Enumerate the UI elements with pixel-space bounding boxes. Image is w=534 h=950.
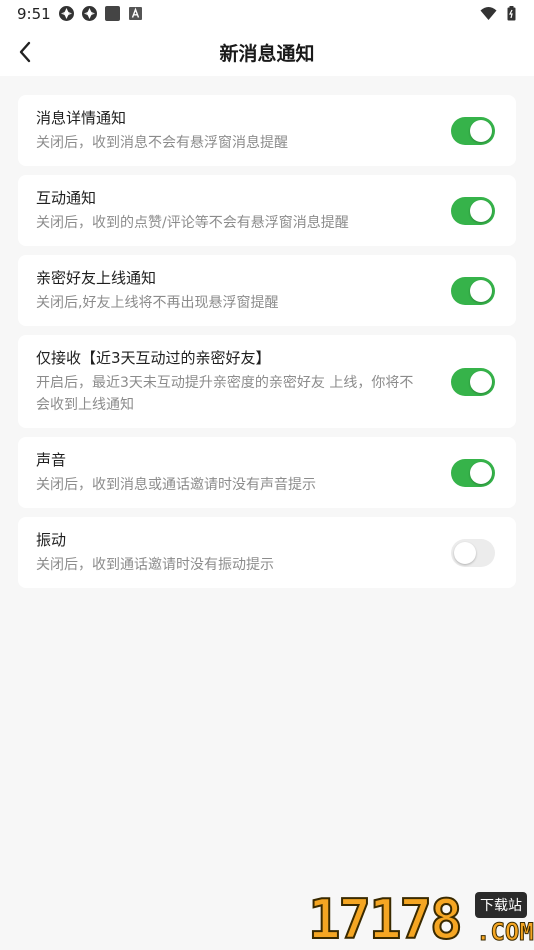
setting-close-friend-online: 亲密好友上线通知 关闭后,好友上线将不再出现悬浮窗提醒 xyxy=(18,255,516,326)
aperture-icon xyxy=(58,5,75,22)
vibration-toggle[interactable] xyxy=(451,538,495,567)
setting-title: 声音 xyxy=(36,451,67,469)
battery-icon xyxy=(503,5,520,22)
setting-description: 关闭后，收到消息不会有悬浮窗消息提醒 xyxy=(36,135,288,151)
setting-message-detail: 消息详情通知 关闭后，收到消息不会有悬浮窗消息提醒 xyxy=(18,95,516,166)
sound-toggle[interactable] xyxy=(451,458,495,487)
setting-description: 关闭后,好友上线将不再出现悬浮窗提醒 xyxy=(36,295,279,311)
setting-title: 亲密好友上线通知 xyxy=(36,269,157,287)
setting-title: 互动通知 xyxy=(36,189,97,207)
setting-description: 关闭后，收到的点赞/评论等不会有悬浮窗消息提醒 xyxy=(36,215,349,231)
settings-list: 消息详情通知 关闭后，收到消息不会有悬浮窗消息提醒 互动通知 关闭后，收到的点赞… xyxy=(18,95,516,597)
watermark-tag: 下载站 xyxy=(475,892,527,918)
a-badge-icon xyxy=(127,5,144,22)
setting-description: 关闭后，收到通话邀请时没有振动提示 xyxy=(36,557,274,573)
close-friend-online-toggle[interactable] xyxy=(451,276,495,305)
setting-description: 关闭后，收到消息或通话邀请时没有声音提示 xyxy=(36,477,316,493)
page-title: 新消息通知 xyxy=(219,43,315,65)
watermark-suffix: .COM xyxy=(476,918,534,947)
system-icons xyxy=(480,5,520,22)
setting-interaction: 互动通知 关闭后，收到的点赞/评论等不会有悬浮窗消息提醒 xyxy=(18,175,516,246)
status-bar: 9:51 xyxy=(0,0,534,28)
toggle-knob xyxy=(470,119,492,142)
watermark-logo: 17178 下载站 .COM xyxy=(307,888,534,950)
setting-recent-friends-only: 仅接收【近3天互动过的亲密好友】 开启后，最近3天未互动提升亲密度的亲密好友 上… xyxy=(18,335,516,428)
aperture-icon xyxy=(81,5,98,22)
screen: 9:51 新消息通知 消息详情通知 关闭后，收到消息不会有悬浮窗消息提醒 互动通… xyxy=(0,0,534,950)
square-icon xyxy=(104,5,121,22)
setting-sound: 声音 关闭后，收到消息或通话邀请时没有声音提示 xyxy=(18,437,516,508)
recent-friends-only-toggle[interactable] xyxy=(451,367,495,396)
toggle-knob xyxy=(470,279,492,302)
toggle-knob xyxy=(470,199,492,222)
setting-title: 振动 xyxy=(36,531,67,549)
watermark-digits: 17178 xyxy=(307,888,464,950)
setting-title: 仅接收【近3天互动过的亲密好友】 xyxy=(36,349,271,367)
toggle-knob xyxy=(454,541,476,564)
toggle-knob xyxy=(470,461,492,484)
notification-icons xyxy=(58,5,144,22)
header: 新消息通知 xyxy=(0,28,534,76)
status-time: 9:51 xyxy=(17,5,51,23)
toggle-knob xyxy=(470,370,492,393)
interaction-toggle[interactable] xyxy=(451,196,495,225)
setting-description: 开启后，最近3天未互动提升亲密度的亲密好友 上线，你将不会收到上线通知 xyxy=(36,375,414,413)
message-detail-toggle[interactable] xyxy=(451,116,495,145)
wifi-icon xyxy=(480,5,497,22)
setting-vibration: 振动 关闭后，收到通话邀请时没有振动提示 xyxy=(18,517,516,588)
setting-title: 消息详情通知 xyxy=(36,109,127,127)
